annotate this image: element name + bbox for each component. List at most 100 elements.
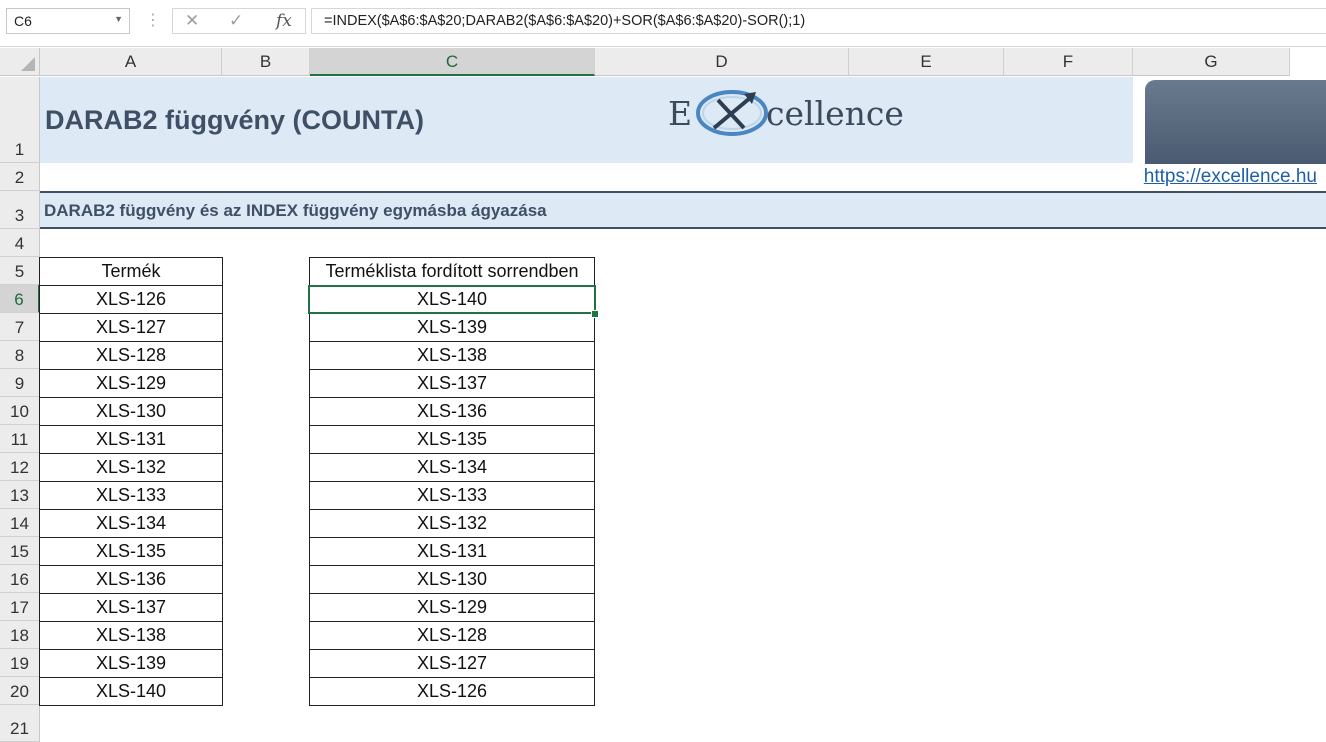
row-header-1[interactable]: 1 — [0, 77, 40, 163]
table-row: XLS-138 — [309, 341, 595, 370]
row-header-17[interactable]: 17 — [0, 593, 40, 621]
row-header-13[interactable]: 13 — [0, 481, 40, 509]
product-cell[interactable]: XLS-131 — [39, 425, 223, 454]
table-row: XLS-131 — [39, 425, 223, 454]
sheet-subtitle: DARAB2 függvény és az INDEX függvény egy… — [44, 201, 547, 220]
table-row: XLS-140 — [309, 285, 595, 314]
reversed-product-cell[interactable]: XLS-129 — [309, 593, 595, 622]
reversed-product-cell[interactable]: XLS-127 — [309, 649, 595, 678]
row-header-18[interactable]: 18 — [0, 621, 40, 649]
table-row: XLS-131 — [309, 537, 595, 566]
excellence-logo: E cellence — [668, 86, 908, 142]
product-cell[interactable]: XLS-135 — [39, 537, 223, 566]
table-row: XLS-130 — [309, 565, 595, 594]
table-row: XLS-129 — [39, 369, 223, 398]
row-header-19[interactable]: 19 — [0, 649, 40, 677]
navigation-button-shape[interactable] — [1145, 80, 1326, 164]
table-row: XLS-134 — [309, 453, 595, 482]
reversed-product-cell[interactable]: XLS-137 — [309, 369, 595, 398]
product-cell[interactable]: XLS-128 — [39, 341, 223, 370]
logo-x-arrow-icon — [696, 90, 768, 136]
cancel-icon[interactable]: ✕ — [185, 11, 199, 31]
name-box[interactable]: C6 ▼ — [6, 8, 130, 34]
table-row: XLS-127 — [309, 649, 595, 678]
row-header-9[interactable]: 9 — [0, 369, 40, 397]
products-header-cell[interactable]: Termék — [39, 257, 223, 286]
formula-buttons: ✕ ✓ fx — [172, 8, 306, 34]
table-row: XLS-134 — [39, 509, 223, 538]
logo-letter-e: E — [668, 94, 693, 133]
product-cell[interactable]: XLS-134 — [39, 509, 223, 538]
product-cell[interactable]: XLS-138 — [39, 621, 223, 650]
table-row: XLS-137 — [39, 593, 223, 622]
enter-icon[interactable]: ✓ — [229, 11, 243, 31]
product-cell[interactable]: XLS-136 — [39, 565, 223, 594]
row-header-3[interactable]: 3 — [0, 191, 40, 229]
reversed-product-cell[interactable]: XLS-126 — [309, 677, 595, 706]
reversed-product-cell[interactable]: XLS-139 — [309, 313, 595, 342]
website-link[interactable]: https://excellence.hu — [1144, 166, 1317, 188]
products-table: Termék XLS-126 XLS-127 XLS-128 XLS-129 XLS-1… — [39, 257, 223, 706]
table-row: XLS-129 — [309, 593, 595, 622]
formula-bar: C6 ▼ ⋮ ✕ ✓ fx =INDEX($A$6:$A$20;DARAB2($… — [0, 0, 1326, 47]
column-header-b[interactable]: B — [222, 48, 310, 76]
column-header-c[interactable]: C — [310, 48, 595, 76]
table-row: XLS-140 — [39, 677, 223, 706]
insert-function-icon[interactable]: fx — [276, 11, 292, 31]
formula-text: =INDEX($A$6:$A$20;DARAB2($A$6:$A$20)+SOR… — [324, 13, 806, 29]
row-header-11[interactable]: 11 — [0, 425, 40, 453]
row-header-14[interactable]: 14 — [0, 509, 40, 537]
reversed-header-cell[interactable]: Terméklista fordított sorrendben — [309, 257, 595, 286]
table-row: XLS-135 — [309, 425, 595, 454]
table-row: XLS-133 — [309, 481, 595, 510]
product-cell[interactable]: XLS-139 — [39, 649, 223, 678]
reversed-product-cell[interactable]: XLS-128 — [309, 621, 595, 650]
row-header-4[interactable]: 4 — [0, 229, 40, 257]
select-all-button[interactable] — [0, 48, 40, 76]
product-cell[interactable]: XLS-133 — [39, 481, 223, 510]
row-header-2[interactable]: 2 — [0, 163, 40, 191]
reversed-product-cell[interactable]: XLS-134 — [309, 453, 595, 482]
row-header-21[interactable]: 21 — [0, 705, 40, 742]
row-header-5[interactable]: 5 — [0, 257, 40, 285]
row-header-8[interactable]: 8 — [0, 341, 40, 369]
product-cell[interactable]: XLS-127 — [39, 313, 223, 342]
product-cell[interactable]: XLS-132 — [39, 453, 223, 482]
row-header-20[interactable]: 20 — [0, 677, 40, 705]
chevron-down-icon[interactable]: ▼ — [114, 14, 123, 24]
sheet-title: DARAB2 függvény (COUNTA) — [45, 105, 424, 135]
select-all-icon — [21, 57, 35, 71]
product-cell[interactable]: XLS-126 — [39, 285, 223, 314]
column-header-e[interactable]: E — [849, 48, 1004, 76]
table-row: XLS-128 — [309, 621, 595, 650]
formula-input[interactable]: =INDEX($A$6:$A$20;DARAB2($A$6:$A$20)+SOR… — [311, 8, 1326, 34]
reversed-product-cell[interactable]: XLS-135 — [309, 425, 595, 454]
reversed-product-cell[interactable]: XLS-130 — [309, 565, 595, 594]
row-header-10[interactable]: 10 — [0, 397, 40, 425]
table-row: XLS-139 — [39, 649, 223, 678]
reversed-product-cell[interactable]: XLS-138 — [309, 341, 595, 370]
product-cell[interactable]: XLS-130 — [39, 397, 223, 426]
row-header-7[interactable]: 7 — [0, 313, 40, 341]
product-cell[interactable]: XLS-140 — [39, 677, 223, 706]
column-header-g[interactable]: G — [1133, 48, 1290, 76]
reversed-product-cell[interactable]: XLS-133 — [309, 481, 595, 510]
row-header-16[interactable]: 16 — [0, 565, 40, 593]
grip-icon: ⋮ — [145, 12, 161, 29]
product-cell[interactable]: XLS-137 — [39, 593, 223, 622]
name-box-value: C6 — [14, 13, 32, 29]
column-header-a[interactable]: A — [40, 48, 222, 76]
row-header-12[interactable]: 12 — [0, 453, 40, 481]
table-row: XLS-133 — [39, 481, 223, 510]
reversed-product-cell[interactable]: XLS-140 — [309, 285, 595, 314]
reversed-product-cell[interactable]: XLS-132 — [309, 509, 595, 538]
fill-handle[interactable] — [591, 310, 599, 318]
reversed-product-cell[interactable]: XLS-136 — [309, 397, 595, 426]
column-header-f[interactable]: F — [1004, 48, 1133, 76]
column-header-d[interactable]: D — [595, 48, 849, 76]
row-header-6[interactable]: 6 — [0, 285, 40, 313]
table-row: XLS-132 — [39, 453, 223, 482]
product-cell[interactable]: XLS-129 — [39, 369, 223, 398]
reversed-product-cell[interactable]: XLS-131 — [309, 537, 595, 566]
row-header-15[interactable]: 15 — [0, 537, 40, 565]
